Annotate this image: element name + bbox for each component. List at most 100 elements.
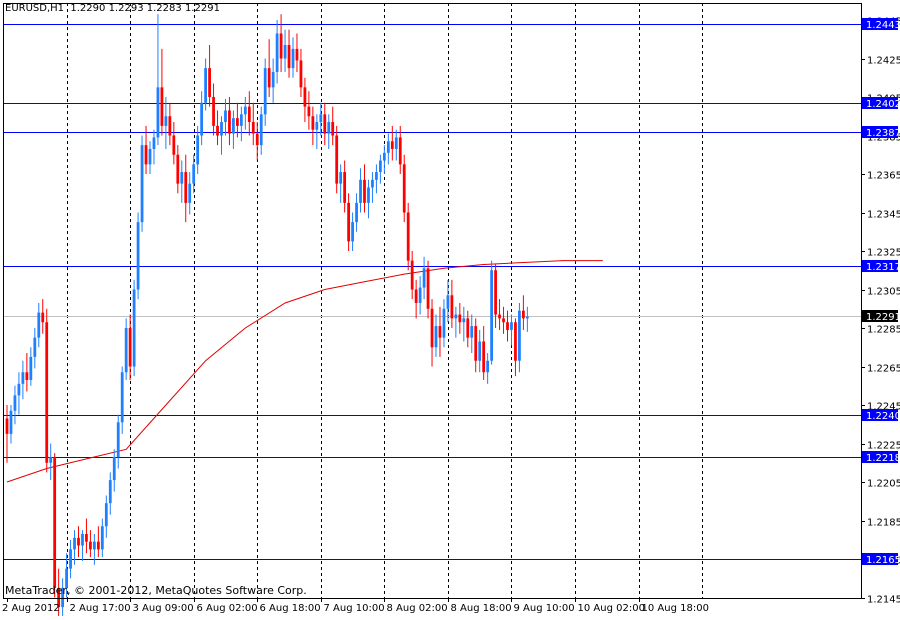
candle[interactable]	[351, 212, 354, 252]
candle[interactable]	[323, 102, 327, 146]
candle[interactable]	[518, 302, 521, 373]
candle[interactable]	[17, 372, 21, 415]
candle[interactable]	[371, 172, 374, 203]
candle[interactable]	[112, 449, 116, 492]
candle[interactable]	[228, 97, 231, 146]
candle[interactable]	[21, 360, 25, 400]
candle[interactable]	[5, 405, 9, 463]
candle[interactable]	[426, 260, 430, 319]
candle[interactable]	[335, 125, 339, 194]
candle[interactable]	[120, 366, 124, 434]
candle[interactable]	[438, 306, 442, 357]
candle[interactable]	[521, 295, 525, 330]
candle[interactable]	[132, 279, 136, 377]
candle[interactable]	[275, 20, 279, 84]
candle[interactable]	[220, 116, 223, 155]
candle[interactable]	[525, 306, 529, 332]
candle[interactable]	[124, 318, 128, 380]
candle[interactable]	[402, 154, 406, 223]
candle[interactable]	[13, 385, 17, 425]
candle[interactable]	[148, 141, 152, 174]
candle[interactable]	[291, 37, 295, 78]
candle[interactable]	[414, 279, 418, 319]
candle[interactable]	[45, 308, 49, 473]
price-chart[interactable]: 1.24451.24251.24051.23851.23651.23451.23…	[0, 0, 900, 620]
candle[interactable]	[263, 58, 267, 126]
candle[interactable]	[434, 314, 438, 357]
candle[interactable]	[454, 306, 458, 338]
candle[interactable]	[160, 48, 164, 136]
candle[interactable]	[41, 299, 45, 334]
candle[interactable]	[510, 314, 513, 346]
candle[interactable]	[144, 125, 148, 174]
candle[interactable]	[311, 106, 315, 146]
candle[interactable]	[152, 129, 156, 165]
candle[interactable]	[128, 314, 132, 380]
candle[interactable]	[271, 58, 275, 103]
candle[interactable]	[378, 154, 382, 184]
candle[interactable]	[247, 91, 251, 136]
candle[interactable]	[462, 306, 466, 342]
candle[interactable]	[69, 539, 72, 579]
candle[interactable]	[33, 328, 37, 369]
candle[interactable]	[398, 125, 402, 174]
candle[interactable]	[53, 453, 57, 598]
candle[interactable]	[486, 353, 490, 384]
candle[interactable]	[347, 193, 351, 251]
candle[interactable]	[303, 77, 307, 123]
candle[interactable]	[430, 299, 434, 367]
candle[interactable]	[37, 302, 41, 348]
candle[interactable]	[287, 29, 291, 78]
candle[interactable]	[283, 29, 287, 72]
candle[interactable]	[204, 58, 208, 111]
candle[interactable]	[279, 14, 283, 72]
candle[interactable]	[108, 472, 112, 515]
candle[interactable]	[25, 353, 29, 392]
candle[interactable]	[307, 91, 311, 130]
candle[interactable]	[243, 97, 247, 130]
candle[interactable]	[418, 276, 422, 315]
candle[interactable]	[168, 102, 172, 146]
candle[interactable]	[96, 526, 100, 558]
candle[interactable]	[89, 530, 92, 558]
candle[interactable]	[295, 33, 299, 72]
candle[interactable]	[355, 193, 358, 232]
candle[interactable]	[200, 91, 204, 146]
candle[interactable]	[176, 145, 180, 194]
candle[interactable]	[196, 125, 200, 174]
candle[interactable]	[327, 114, 331, 149]
candle[interactable]	[382, 145, 386, 174]
candle[interactable]	[208, 45, 211, 107]
candle[interactable]	[224, 98, 227, 136]
candle[interactable]	[470, 314, 474, 354]
candle[interactable]	[136, 212, 140, 300]
candle[interactable]	[29, 347, 33, 386]
candle[interactable]	[188, 172, 192, 215]
candle[interactable]	[343, 160, 347, 213]
candle[interactable]	[458, 302, 462, 334]
candle[interactable]	[514, 318, 517, 377]
candle[interactable]	[482, 326, 486, 380]
candle[interactable]	[478, 329, 482, 373]
candle[interactable]	[251, 102, 255, 146]
candle[interactable]	[267, 39, 271, 97]
candle[interactable]	[100, 518, 104, 558]
candle[interactable]	[410, 251, 414, 300]
candle[interactable]	[490, 260, 494, 365]
candle[interactable]	[299, 48, 303, 97]
candle[interactable]	[394, 129, 398, 161]
candle[interactable]	[81, 530, 84, 561]
candle[interactable]	[116, 414, 120, 469]
candle[interactable]	[502, 306, 505, 334]
candle[interactable]	[450, 279, 454, 328]
candle[interactable]	[390, 125, 394, 161]
candle[interactable]	[92, 533, 96, 565]
candle[interactable]	[339, 164, 343, 203]
chart-window[interactable]: 1.24451.24251.24051.23851.23651.23451.23…	[0, 0, 900, 620]
candle[interactable]	[367, 179, 370, 219]
candle[interactable]	[156, 14, 160, 146]
candle[interactable]	[363, 164, 366, 213]
candle[interactable]	[239, 106, 243, 142]
candle[interactable]	[259, 106, 263, 155]
candle[interactable]	[180, 160, 184, 203]
